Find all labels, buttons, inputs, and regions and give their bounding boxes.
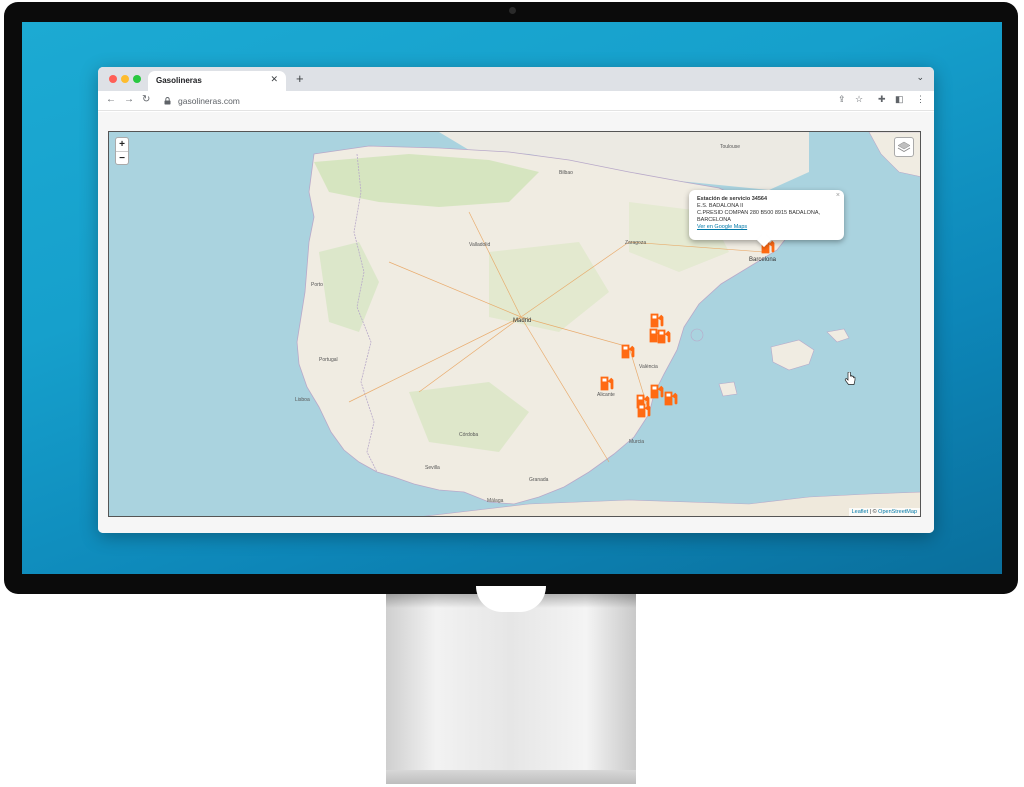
extensions-puzzle-icon[interactable]: ✚ (878, 94, 886, 105)
map-attribution: Leaflet | © OpenStreetMap (848, 508, 920, 516)
station-popup: × Estación de servicio 34564 E.S. BADALO… (689, 190, 844, 248)
attribution-separator: | © (869, 509, 879, 515)
reload-icon[interactable]: ↻ (142, 94, 150, 105)
city-label: València (639, 364, 658, 370)
google-maps-link[interactable]: Ver en Google Maps (697, 224, 836, 231)
city-label: Madrid (513, 318, 532, 324)
city-label: Barcelona (749, 257, 777, 263)
gas-station-marker[interactable] (664, 390, 678, 406)
chevron-down-icon[interactable]: ⌄ (916, 72, 924, 83)
back-arrow-icon[interactable]: ← (106, 94, 116, 105)
stand-base (386, 770, 636, 784)
popup-province: BARCELONA (697, 217, 731, 223)
city-label: Sevilla (425, 465, 440, 471)
share-icon[interactable]: ⇪ (838, 94, 846, 105)
minimize-window-button[interactable] (121, 75, 129, 83)
city-label: Bilbao (559, 170, 573, 176)
new-tab-button[interactable]: + (296, 71, 304, 86)
layers-icon (897, 141, 911, 152)
tab-title: Gasolineras (156, 76, 202, 85)
city-label: Valladolid (469, 242, 491, 248)
city-label: Portugal (319, 357, 338, 363)
zoom-control: + − (115, 137, 129, 165)
maximize-window-button[interactable] (133, 75, 141, 83)
monitor-frame: Gasolineras ✕ + ⌄ ← → ↻ gasolineras.com … (4, 2, 1018, 594)
webcam (509, 7, 516, 14)
browser-toolbar: ← → ↻ gasolineras.com ⇪ ☆ ✚ ◧ ⋮ (98, 91, 934, 111)
zoom-in-button[interactable]: + (116, 138, 128, 151)
city-label: Porto (311, 282, 323, 288)
gas-station-marker[interactable] (657, 328, 671, 344)
gas-station-marker[interactable] (650, 383, 664, 399)
gas-station-marker[interactable] (637, 402, 651, 418)
popup-station-name: E.S. BADALONA II (697, 203, 744, 209)
popup-title: Estación de servicio 34564 (697, 196, 768, 202)
forward-arrow-icon[interactable]: → (124, 94, 134, 105)
tab-bar: Gasolineras ✕ + ⌄ (98, 67, 934, 91)
map-container[interactable]: Madrid Barcelona Zaragoza València Sevil… (108, 131, 921, 517)
lock-icon (164, 97, 171, 105)
hand-cursor-icon (844, 372, 856, 385)
layers-button[interactable] (894, 137, 914, 157)
close-window-button[interactable] (109, 75, 117, 83)
zoom-out-button[interactable]: − (116, 152, 128, 165)
monitor-stand (386, 594, 636, 784)
city-label: Granada (529, 477, 549, 483)
city-label: Córdoba (459, 432, 479, 438)
kebab-menu-icon[interactable]: ⋮ (916, 94, 925, 105)
city-label: Murcia (629, 439, 645, 445)
url-text: gasolineras.com (178, 96, 240, 106)
page-content: Madrid Barcelona Zaragoza València Sevil… (98, 112, 934, 533)
city-label: Málaga (487, 498, 504, 504)
browser-window: Gasolineras ✕ + ⌄ ← → ↻ gasolineras.com … (98, 67, 934, 533)
leaflet-link[interactable]: Leaflet (852, 509, 869, 515)
city-label: Lisboa (295, 397, 310, 403)
city-label: Alicante (597, 392, 615, 398)
popup-address: C.PRESID COMPAN 280 B500 8915 BADALONA, (697, 210, 821, 216)
city-label: Toulouse (720, 144, 741, 150)
gas-station-marker[interactable] (621, 343, 635, 359)
gas-station-marker[interactable] (650, 312, 664, 328)
address-bar[interactable]: gasolineras.com (160, 94, 820, 108)
city-label: Zaragoza (625, 240, 647, 246)
openstreetmap-link[interactable]: OpenStreetMap (878, 509, 917, 515)
side-panel-icon[interactable]: ◧ (895, 94, 904, 105)
close-tab-icon[interactable]: ✕ (270, 74, 278, 85)
desktop-screen: Gasolineras ✕ + ⌄ ← → ↻ gasolineras.com … (22, 22, 1002, 574)
bookmark-star-icon[interactable]: ☆ (855, 94, 863, 105)
popup-close-button[interactable]: × (836, 192, 840, 199)
gas-station-marker[interactable] (600, 375, 614, 391)
tab-gasolineras[interactable]: Gasolineras ✕ (148, 71, 286, 91)
